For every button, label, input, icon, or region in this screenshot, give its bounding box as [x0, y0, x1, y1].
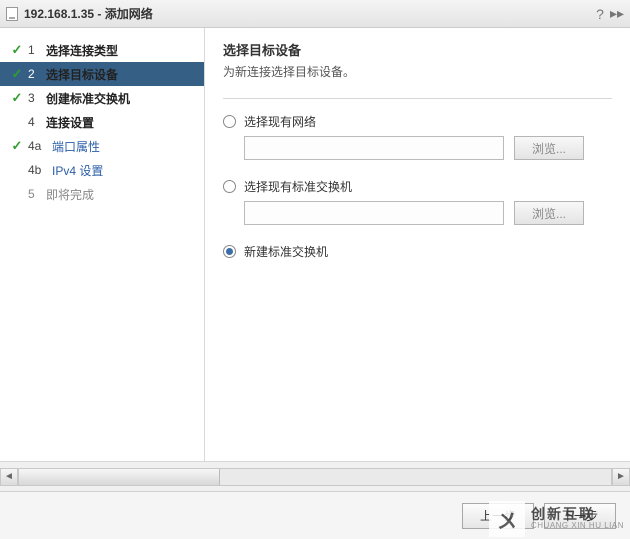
step-5: 5 即将完成	[0, 182, 204, 206]
radio-icon[interactable]	[223, 245, 236, 258]
main-area: ✓ 1 选择连接类型 ✓ 2 选择目标设备 ✓ 3 创建标准交换机 4 连接设置…	[0, 28, 630, 461]
step-2[interactable]: ✓ 2 选择目标设备	[0, 62, 204, 86]
scroll-thumb[interactable]	[19, 469, 220, 485]
check-icon: ✓	[10, 138, 24, 154]
expand-icon[interactable]: ▸▸	[610, 5, 624, 22]
next-button[interactable]: 下一步	[544, 503, 616, 529]
host-icon	[6, 7, 18, 21]
step-label: 选择目标设备	[46, 66, 118, 83]
step-num: 1	[28, 43, 46, 57]
title-bar: 192.168.1.35 - 添加网络 ? ▸▸	[0, 0, 630, 28]
window-title: 192.168.1.35 - 添加网络	[24, 5, 590, 22]
help-icon[interactable]: ?	[596, 6, 604, 22]
existing-network-input-row: 浏览...	[223, 136, 612, 160]
browse-button[interactable]: 浏览...	[514, 201, 584, 225]
step-4[interactable]: 4 连接设置	[0, 110, 204, 134]
wizard-sidebar: ✓ 1 选择连接类型 ✓ 2 选择目标设备 ✓ 3 创建标准交换机 4 连接设置…	[0, 28, 205, 461]
option-label: 选择现有网络	[244, 113, 316, 130]
step-label: 创建标准交换机	[46, 90, 130, 107]
check-icon: ✓	[10, 42, 24, 58]
option-new-vswitch[interactable]: 新建标准交换机	[223, 243, 612, 260]
step-label: 选择连接类型	[46, 42, 118, 59]
content-subheading: 为新连接选择目标设备。	[223, 63, 612, 80]
step-num: 4b	[28, 163, 52, 177]
check-icon: ✓	[10, 66, 24, 82]
option-existing-vswitch[interactable]: 选择现有标准交换机	[223, 178, 612, 195]
step-num: 4	[28, 115, 46, 129]
radio-icon[interactable]	[223, 115, 236, 128]
content-heading: 选择目标设备	[223, 40, 612, 59]
option-existing-network[interactable]: 选择现有网络	[223, 113, 612, 130]
step-label: 端口属性	[52, 138, 100, 155]
check-icon: ✓	[10, 90, 24, 106]
option-label: 选择现有标准交换机	[244, 178, 352, 195]
step-1[interactable]: ✓ 1 选择连接类型	[0, 38, 204, 62]
horizontal-scrollbar[interactable]: ◄ ►	[0, 461, 630, 491]
existing-vswitch-input-row: 浏览...	[223, 201, 612, 225]
back-button[interactable]: 上一步	[462, 503, 534, 529]
step-num: 4a	[28, 139, 52, 153]
radio-icon[interactable]	[223, 180, 236, 193]
step-num: 5	[28, 187, 46, 201]
browse-button[interactable]: 浏览...	[514, 136, 584, 160]
scroll-track[interactable]	[18, 468, 612, 486]
existing-vswitch-input[interactable]	[244, 201, 504, 225]
step-num: 3	[28, 91, 46, 105]
scroll-right-arrow-icon[interactable]: ►	[612, 468, 630, 486]
step-3[interactable]: ✓ 3 创建标准交换机	[0, 86, 204, 110]
step-num: 2	[28, 67, 46, 81]
footer: 上一步 下一步 〤 创新互联 CHUANG XIN HU LIAN	[0, 491, 630, 539]
existing-network-input[interactable]	[244, 136, 504, 160]
step-label: IPv4 设置	[52, 162, 103, 179]
option-label: 新建标准交换机	[244, 243, 328, 260]
step-4a[interactable]: ✓ 4a 端口属性	[0, 134, 204, 158]
step-label: 连接设置	[46, 114, 94, 131]
content-pane: 选择目标设备 为新连接选择目标设备。 选择现有网络 浏览... 选择现有标准交换…	[205, 28, 630, 461]
content-header: 选择目标设备 为新连接选择目标设备。	[223, 40, 612, 80]
step-label: 即将完成	[46, 186, 94, 203]
divider	[223, 98, 612, 99]
step-4b[interactable]: 4b IPv4 设置	[0, 158, 204, 182]
scroll-left-arrow-icon[interactable]: ◄	[0, 468, 18, 486]
